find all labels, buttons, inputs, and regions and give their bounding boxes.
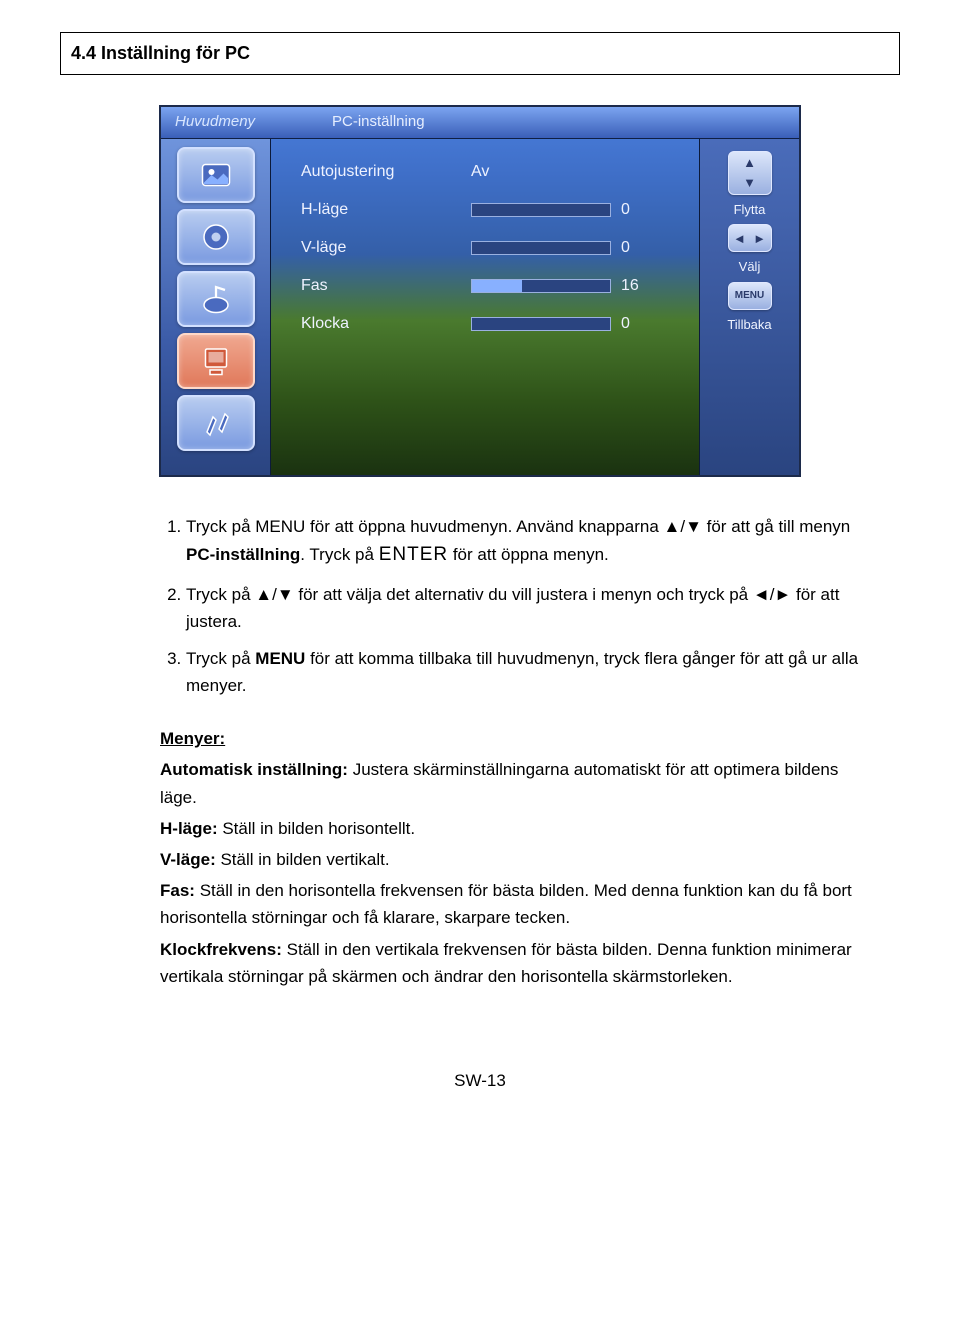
osd-row-v: V-läge 0 [301, 229, 679, 267]
sidebar-icon-channel [177, 271, 255, 327]
osd-value: 0 [621, 313, 651, 335]
osd-row-h: H-läge 0 [301, 191, 679, 229]
instructions: Tryck på MENU för att öppna huvudmenyn. … [60, 513, 900, 990]
menu-clk: Klockfrekvens: Ställ in den vertikala fr… [160, 936, 870, 990]
updown-icon: ▲/▼ [255, 585, 293, 604]
osd-row-klocka: Klocka 0 [301, 305, 679, 343]
osd-value: 0 [621, 237, 651, 259]
section-title-box: 4.4 Inställning för PC [60, 32, 900, 75]
osd-row-auto: Autojustering Av [301, 153, 679, 191]
step-3: Tryck på MENU för att komma tillbaka til… [186, 645, 880, 699]
section-title: 4.4 Inställning för PC [71, 43, 250, 63]
sidebar-icon-setup [177, 395, 255, 451]
sidebar-icon-sound [177, 209, 255, 265]
sidebar-icon-pc-active [177, 333, 255, 389]
osd-slider [471, 203, 611, 217]
osd-value: 0 [621, 199, 651, 221]
rightbar-select-label: Välj [739, 258, 761, 276]
step-2: Tryck på ▲/▼ för att välja det alternati… [186, 581, 880, 635]
osd-label: V-läge [301, 237, 471, 259]
osd-value: Av [471, 161, 489, 183]
sidebar-icon-picture [177, 147, 255, 203]
step-1: Tryck på MENU för att öppna huvudmenyn. … [186, 513, 880, 571]
osd-topbar-right: PC-inställning [306, 112, 799, 132]
menu-v: V-läge: Ställ in bilden vertikalt. [160, 846, 870, 873]
rightbar-move-label: Flytta [734, 201, 766, 219]
osd-row-fas: Fas 16 [301, 267, 679, 305]
enter-key-label: ENTER [379, 544, 448, 565]
osd-slider [471, 241, 611, 255]
osd-topbar: Huvudmeny PC-inställning [161, 107, 799, 139]
key-leftright-icon: ◄ ► [728, 224, 772, 252]
menus-section: Menyer: Automatisk inställning: Justera … [160, 725, 880, 990]
osd-label: H-läge [301, 199, 471, 221]
osd-slider [471, 317, 611, 331]
menu-fas: Fas: Ställ in den horisontella frekvense… [160, 877, 870, 931]
osd-sidebar [161, 139, 271, 475]
updown-icon: ▲/▼ [664, 517, 702, 536]
osd-label: Fas [301, 275, 471, 297]
osd-screenshot: Huvudmeny PC-inställning Autojustering [159, 105, 801, 477]
osd-rightbar: ▲▼ Flytta ◄ ► Välj MENU Tillbaka [699, 139, 799, 475]
menu-auto: Automatisk inställning: Justera skärmins… [160, 756, 870, 810]
menus-heading: Menyer: [160, 725, 870, 752]
osd-screen: Huvudmeny PC-inställning Autojustering [159, 105, 801, 477]
osd-topbar-left: Huvudmeny [161, 112, 306, 132]
osd-value: 16 [621, 275, 651, 297]
leftright-icon: ◄/► [753, 585, 791, 604]
osd-slider [471, 279, 611, 293]
key-menu-icon: MENU [728, 282, 772, 310]
page-number: SW-13 [60, 1070, 900, 1093]
rightbar-back-label: Tillbaka [727, 316, 771, 334]
key-updown-icon: ▲▼ [728, 151, 772, 195]
osd-main: Autojustering Av H-läge 0 V-läge 0 Fas 1… [271, 139, 699, 475]
osd-label: Autojustering [301, 161, 471, 183]
menu-h: H-läge: Ställ in bilden horisontellt. [160, 815, 870, 842]
osd-label: Klocka [301, 313, 471, 335]
